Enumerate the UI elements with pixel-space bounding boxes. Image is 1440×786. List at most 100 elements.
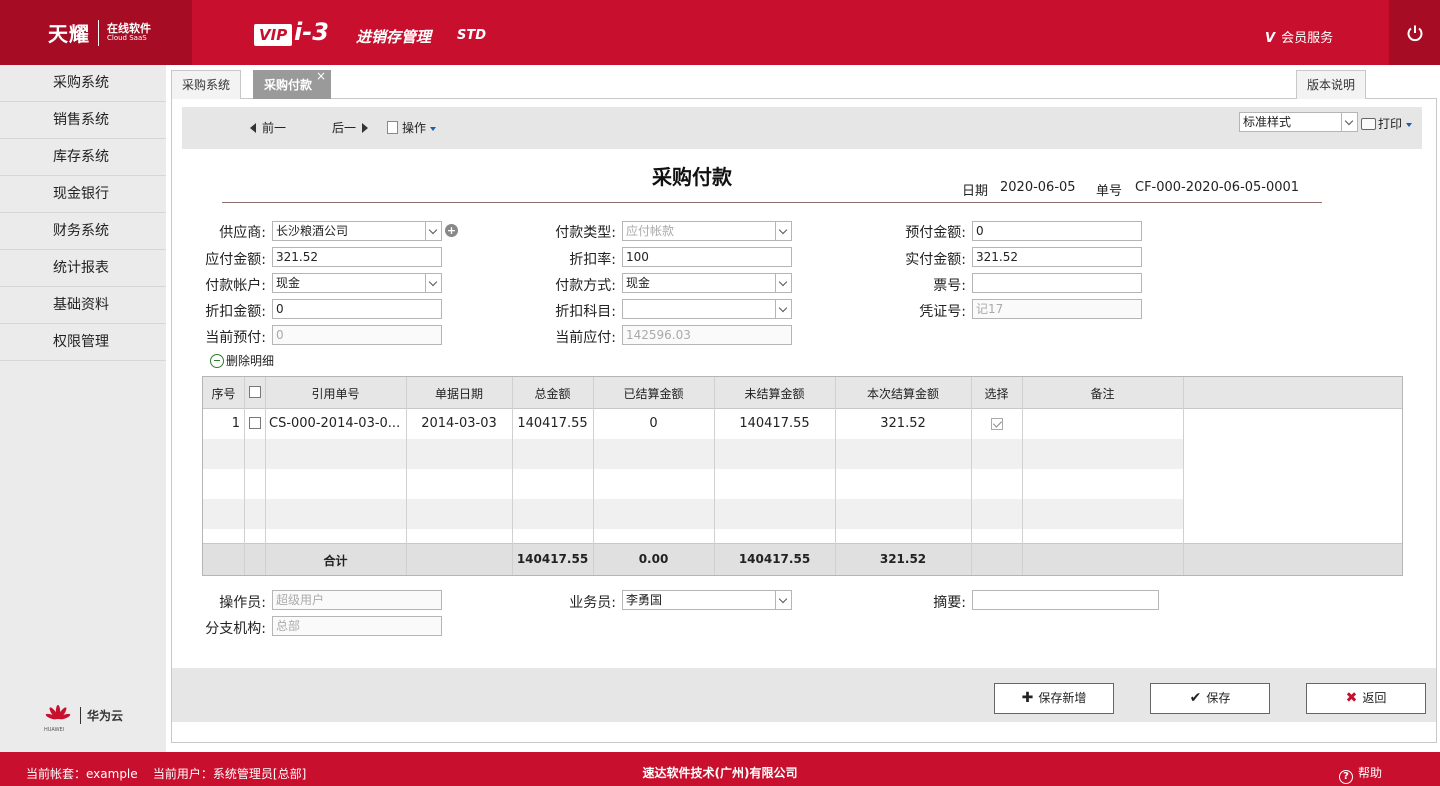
ticket-no-field[interactable]: [972, 273, 1142, 293]
logo-sub-cn: 在线软件: [107, 21, 151, 35]
back-button[interactable]: ✖ 返回: [1306, 683, 1426, 714]
salesman-select[interactable]: 李勇国: [622, 590, 792, 610]
sidebar-item-reports[interactable]: 统计报表: [0, 250, 166, 287]
pay-type-label: 付款类型:: [555, 225, 616, 241]
voucher-no-label: 凭证号:: [919, 304, 966, 320]
footer-this-settle: 321.52: [879, 552, 927, 566]
current-payable-field: 142596.03: [622, 325, 792, 345]
next-button[interactable]: 后一: [332, 119, 369, 136]
delete-detail-button[interactable]: 删除明细: [210, 352, 274, 369]
discount-rate-field[interactable]: 100: [622, 247, 792, 267]
operations-menu[interactable]: 操作: [387, 119, 437, 136]
chevron-down-icon: [1341, 113, 1357, 131]
version-mark: i-3: [294, 18, 329, 46]
footer-total: 140417.55: [516, 552, 589, 566]
company-name: 速达软件技术(广州)有限公司: [642, 766, 798, 780]
select-all-checkbox[interactable]: [244, 385, 265, 399]
prepay-amount-label: 预付金额:: [905, 225, 966, 241]
table-row[interactable]: [203, 439, 1183, 469]
huawei-flower-icon: [45, 705, 71, 720]
row-seq: 1: [231, 416, 240, 431]
power-icon: [1407, 25, 1422, 41]
sidebar-item-permissions[interactable]: 权限管理: [0, 324, 166, 361]
check-icon: [990, 418, 1003, 430]
pay-method-label: 付款方式:: [555, 278, 616, 294]
col-header-seq: 序号: [211, 387, 236, 401]
pay-type-select[interactable]: 应付帐款: [622, 221, 792, 241]
power-button[interactable]: [1389, 0, 1440, 65]
current-prepay-field: 0: [272, 325, 442, 345]
actual-amount-field[interactable]: 321.52: [972, 247, 1142, 267]
logo-main-text: 天耀: [48, 22, 90, 46]
chevron-down-icon: [775, 591, 791, 609]
col-header-unsettled: 未结算金额: [744, 387, 805, 401]
current-payable-label: 当前应付:: [555, 330, 616, 346]
vip-badge: VIP: [254, 24, 293, 46]
salesman-label: 业务员:: [569, 595, 616, 611]
discount-subject-label: 折扣科目:: [555, 304, 616, 320]
footer-unsettled: 140417.55: [738, 552, 811, 566]
edition-name: STD: [457, 28, 487, 43]
discount-subject-select[interactable]: [622, 299, 792, 319]
operator-label: 操作员:: [219, 595, 266, 611]
account-select[interactable]: 现金: [272, 273, 442, 293]
current-prepay-label: 当前预付:: [205, 330, 266, 346]
close-icon: ✖: [1345, 690, 1358, 706]
top-header: 天耀 在线软件 Cloud SaaS VIP i-3 进销存管理 STD V 会员…: [0, 0, 1440, 65]
row-this-settle[interactable]: 321.52: [835, 416, 971, 431]
col-header-ref-no: 引用单号: [311, 387, 360, 401]
prev-button[interactable]: 前一: [250, 119, 286, 136]
col-header-settled: 已结算金额: [623, 387, 684, 401]
row-total: 140417.55: [517, 416, 588, 431]
huawei-cloud-logo: HUAWEI 华为云: [44, 705, 123, 733]
table-row[interactable]: [203, 499, 1183, 529]
ticket-no-label: 票号:: [933, 278, 966, 294]
help-link[interactable]: ? 帮助: [1339, 764, 1382, 784]
row-checkbox[interactable]: [244, 416, 265, 430]
table-row[interactable]: [203, 469, 1183, 499]
save-new-button[interactable]: ✚ 保存新增: [994, 683, 1114, 714]
discount-amount-label: 折扣金额:: [205, 304, 266, 320]
status-footer: 当前帐套：example 当前用户：系统管理员[总部] 速达软件技术(广州)有限…: [0, 752, 1440, 786]
summary-field[interactable]: [972, 590, 1159, 610]
pay-method-select[interactable]: 现金: [622, 273, 792, 293]
check-icon: ✔: [1189, 690, 1202, 706]
sidebar-item-sales[interactable]: 销售系统: [0, 102, 166, 139]
tab-close-icon[interactable]: ×: [316, 62, 326, 91]
col-header-select: 选择: [984, 387, 1009, 401]
summary-label: 摘要:: [933, 595, 966, 611]
member-service-link[interactable]: V 会员服务: [1265, 27, 1333, 46]
row-select-checkbox[interactable]: [971, 417, 1022, 431]
doc-no-label: 单号: [1096, 184, 1123, 199]
save-button[interactable]: ✔ 保存: [1150, 683, 1270, 714]
payable-field[interactable]: 321.52: [272, 247, 442, 267]
discount-amount-field[interactable]: 0: [272, 299, 442, 319]
sidebar-item-purchase[interactable]: 采购系统: [0, 65, 166, 102]
product-name: 进销存管理: [356, 28, 432, 46]
version-note-button[interactable]: 版本说明: [1296, 70, 1367, 99]
arrow-left-icon: [250, 123, 256, 133]
row-ref-no: CS-000-2014-03-0...: [269, 416, 401, 431]
row-settled: 0: [649, 416, 658, 431]
caret-down-icon: [430, 127, 437, 131]
caret-down-icon: [1406, 123, 1413, 127]
chevron-down-icon: [425, 274, 441, 292]
tab-purchase-payment[interactable]: 采购付款 ×: [253, 69, 331, 99]
plus-icon: ✚: [1021, 690, 1034, 706]
chevron-down-icon: [775, 300, 791, 318]
date-label: 日期: [962, 184, 989, 199]
actual-amount-label: 实付金额:: [905, 252, 966, 268]
add-supplier-icon[interactable]: +: [445, 224, 458, 237]
sidebar-item-finance[interactable]: 财务系统: [0, 213, 166, 250]
print-style-select[interactable]: 标准样式: [1239, 112, 1358, 132]
supplier-select[interactable]: 长沙粮酒公司: [272, 221, 442, 241]
minus-circle-icon: [210, 354, 224, 368]
print-button[interactable]: 打印: [1361, 115, 1413, 132]
doc-no-value: CF-000-2020-06-05-0001: [1135, 180, 1300, 195]
branch-label: 分支机构:: [205, 621, 266, 637]
col-header-remark: 备注: [1090, 387, 1115, 401]
sidebar-item-basic-data[interactable]: 基础资料: [0, 287, 166, 324]
prepay-amount-field[interactable]: 0: [972, 221, 1142, 241]
tab-purchase-system[interactable]: 采购系统: [171, 70, 242, 99]
row-unsettled: 140417.55: [739, 416, 810, 431]
